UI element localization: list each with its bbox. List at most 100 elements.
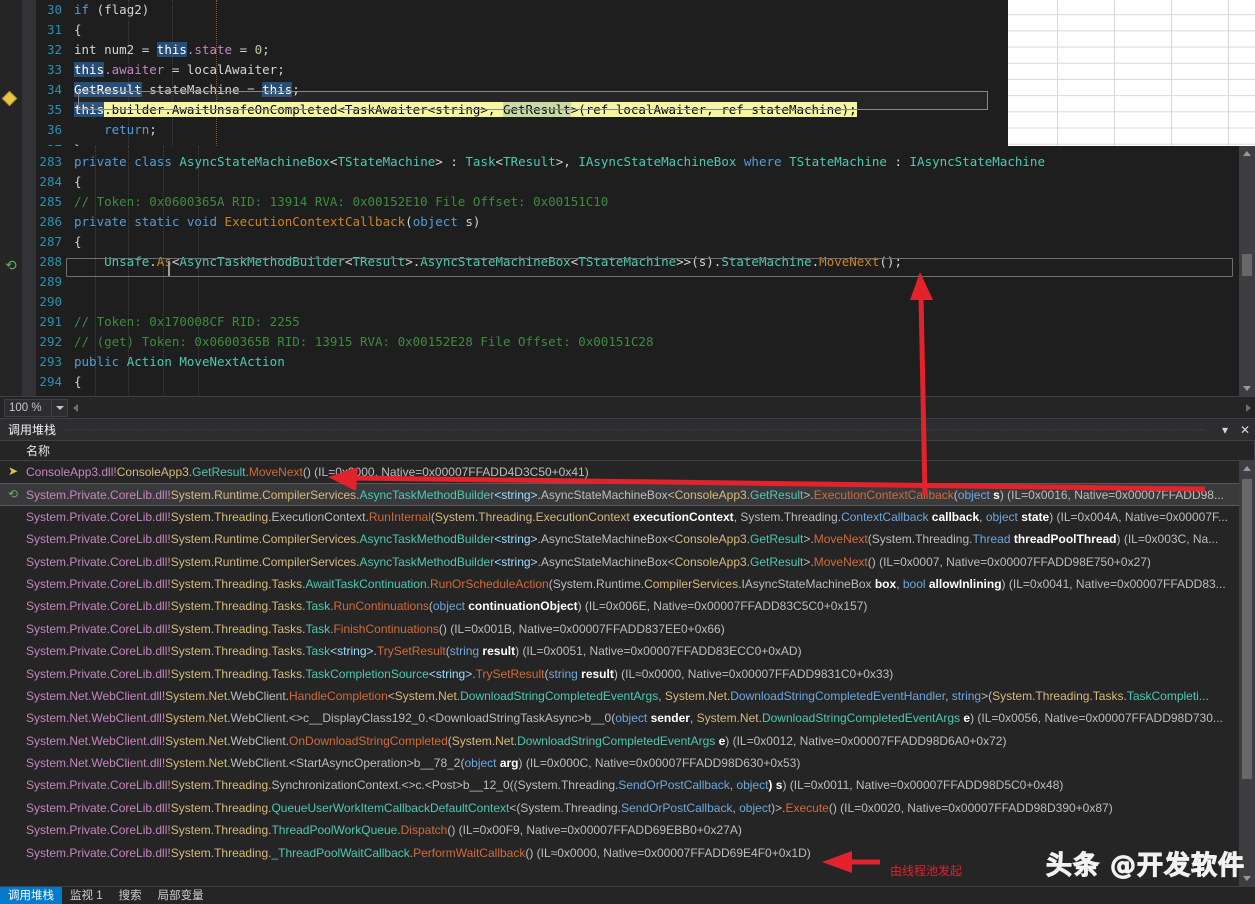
call-stack-row[interactable]: System.Private.CoreLib.dll!System.Thread… <box>0 595 1255 617</box>
call-stack-frame-text: System.Net. <box>165 688 231 703</box>
stack-frame-marker[interactable]: ⟲ <box>5 259 19 273</box>
call-stack-row[interactable]: System.Private.CoreLib.dll!System.Thread… <box>0 797 1255 819</box>
code-line: 285 // Token: 0x0600365A RID: 13914 RVA: … <box>0 192 1255 212</box>
code-editor-top-pane[interactable]: 30 if (flag2) 31 {32 int num2 = this.state =… <box>0 0 1008 146</box>
code-line: 290 <box>0 292 1255 312</box>
call-stack-frame-text: .AsyncStateMachineBox< <box>537 488 675 503</box>
scroll-up-icon[interactable] <box>1243 466 1251 471</box>
code-line: 293 public Action MoveNextAction <box>0 352 1255 372</box>
call-stack-frame-text: .AsyncStateMachineBox< <box>537 532 675 547</box>
call-stack-row[interactable]: System.Private.CoreLib.dll!System.Thread… <box>0 618 1255 640</box>
call-stack-frame-text: DownloadStringCompletedEventHandler <box>730 688 946 703</box>
call-stack-row[interactable]: System.Private.CoreLib.dll!System.Thread… <box>0 774 1255 796</box>
call-stack-frame-text: TrySetResult <box>475 666 545 681</box>
editor-zoom-scroll-bar[interactable]: 100 % <box>0 396 1255 418</box>
column-header-name[interactable]: 名称 <box>26 442 50 459</box>
call-stack-row[interactable]: System.Private.CoreLib.dll!System.Runtim… <box>0 551 1255 573</box>
call-stack-frame-text: string <box>449 644 480 659</box>
call-stack-frame-text: object <box>464 756 497 771</box>
horizontal-scroll-track[interactable] <box>84 398 1239 417</box>
scrollbar-thumb[interactable] <box>1242 479 1252 779</box>
call-stack-row[interactable]: System.Net.WebClient.dll!System.Net.WebC… <box>0 707 1255 729</box>
code-line: 30 if (flag2) <box>0 0 1008 20</box>
call-stack-frame-text: <StartAsyncOperation>b__78_2 <box>289 756 461 771</box>
chevron-down-icon <box>55 405 64 410</box>
call-stack-frame-text: System.Private.CoreLib.dll! <box>26 800 171 815</box>
close-icon[interactable]: ✕ <box>1235 423 1255 437</box>
call-stack-row[interactable]: ⟲ System.Private.CoreLib.dll!System.Runti… <box>0 483 1255 506</box>
call-stack-frame-text: <string> <box>428 666 473 681</box>
call-stack-row[interactable]: System.Net.WebClient.dll!System.Net.WebC… <box>0 752 1255 774</box>
call-stack-frame-text: System.Private.CoreLib.dll! <box>26 554 171 569</box>
call-stack-frame-text: TaskCompleti... <box>1126 688 1209 703</box>
code-line: 33 this.awaiter = localAwaiter; <box>0 60 1008 80</box>
line-text: // (get) Token: 0x0600365B RID: 13915 RV… <box>74 334 654 349</box>
call-stack-frame-text: ConsoleApp3.dll! <box>26 465 117 479</box>
call-stack-frame-text: GetResult <box>750 554 804 569</box>
call-stack-frame-text: <string> <box>494 532 538 547</box>
triangle-right-icon <box>1245 403 1251 412</box>
call-stack-row[interactable]: System.Private.CoreLib.dll!System.Runtim… <box>0 528 1255 550</box>
call-stack-row[interactable]: System.Private.CoreLib.dll!System.Thread… <box>0 573 1255 595</box>
code-line: 31 { <box>0 20 1008 40</box>
call-stack-row[interactable]: System.Private.CoreLib.dll!System.Thread… <box>0 663 1255 685</box>
line-text: int num2 = this.state = 0; <box>74 42 270 57</box>
call-stack-frame-text: FinishContinuations <box>333 621 439 636</box>
call-stack-frame-text: AsyncTaskMethodBuilder <box>359 532 495 547</box>
call-stack-rows[interactable]: ➤ ConsoleApp3.dll!ConsoleApp3.GetResult.M… <box>0 461 1255 864</box>
scrollbar-thumb[interactable] <box>1242 254 1252 276</box>
call-stack-frame-text: (System.Runtime. <box>548 576 645 591</box>
call-stack-frame-text: <string> <box>494 488 538 503</box>
call-stack-row[interactable]: System.Private.CoreLib.dll!System.Thread… <box>0 819 1255 841</box>
tool-window-tab-inactive[interactable]: 监视 1 <box>62 887 111 904</box>
tool-window-tab-inactive[interactable]: 搜索 <box>111 887 150 904</box>
tool-window-tab-active[interactable]: 调用堆栈 <box>0 886 62 904</box>
green-curly-arrow-icon: ⟲ <box>7 487 19 502</box>
call-stack-frame-text: ) s <box>768 778 783 793</box>
hscroll-left-button[interactable] <box>68 403 82 412</box>
call-stack-frame-text: (System.Threading. <box>867 532 973 547</box>
call-stack-frame-text: GetResult <box>750 488 804 503</box>
call-stack-frame-text: WebClient. <box>230 756 290 771</box>
threadpool-annotation-label: 由线程池发起 <box>890 864 963 878</box>
editor-vertical-scrollbar[interactable] <box>1239 146 1255 396</box>
call-stack-row[interactable]: ➤ ConsoleApp3.dll!ConsoleApp3.GetResult.M… <box>0 461 1255 483</box>
call-stack-frame-text: System.Net.WebClient.dll! <box>26 711 166 726</box>
call-stack-frame-text: GetResult <box>750 532 804 547</box>
tool-window-tab-inactive[interactable]: 局部变量 <box>150 887 212 904</box>
call-stack-column-header-row: 名称 <box>0 440 1255 461</box>
chevron-down-icon[interactable]: ▾ <box>1215 423 1235 437</box>
bottom-tool-window-tabs[interactable]: 调用堆栈 监视 1 搜索 局部变量 <box>0 886 1255 904</box>
call-stack-frame-text: bool <box>902 576 926 591</box>
call-stack-vertical-scrollbar[interactable] <box>1239 461 1255 886</box>
call-stack-row[interactable]: System.Private.CoreLib.dll!System.Thread… <box>0 640 1255 662</box>
hscroll-right-button[interactable] <box>1241 403 1255 412</box>
text-caret <box>168 261 170 276</box>
current-statement-marker[interactable] <box>1 90 18 107</box>
call-stack-frame-text: AwaitTaskContinuation. <box>305 576 430 591</box>
call-stack-frame-text: PerformWaitCallback <box>413 845 526 860</box>
call-stack-frame-text: () (IL=0x0007, Native=0x00007FFADD98E750… <box>867 554 1151 569</box>
call-stack-frame-text: Task <box>305 644 331 659</box>
call-stack-frame-text: MoveNext <box>813 532 868 547</box>
call-stack-frame-text: ConsoleApp3. <box>674 554 751 569</box>
call-stack-frame-text: string <box>548 666 578 681</box>
title-dotted-fill <box>66 429 1205 430</box>
call-stack-row[interactable]: System.Net.WebClient.dll!System.Net.WebC… <box>0 730 1255 752</box>
scroll-down-icon[interactable] <box>1243 386 1251 391</box>
call-stack-frame-text: , System.Threading. <box>733 509 842 524</box>
call-stack-frame-text: System.Private.CoreLib.dll! <box>26 532 171 547</box>
call-stack-frame-text: System.Threading.Tasks. <box>170 599 306 614</box>
line-number: 35 <box>46 102 62 117</box>
zoom-dropdown-button[interactable] <box>52 398 68 417</box>
call-stack-frame-text: System.Net. <box>664 688 731 703</box>
call-stack-row[interactable]: System.Net.WebClient.dll!System.Net.WebC… <box>0 685 1255 707</box>
triangle-left-icon <box>72 403 78 412</box>
call-stack-row[interactable]: System.Private.CoreLib.dll!System.Thread… <box>0 506 1255 528</box>
code-editor-bottom-pane[interactable]: 283 private class AsyncStateMachineBox<TS… <box>0 146 1255 396</box>
line-number: 294 <box>39 374 62 389</box>
call-stack-frame-text: System.Threading. <box>170 778 272 793</box>
code-lines-top: 30 if (flag2) 31 {32 int num2 = this.state =… <box>0 0 1008 146</box>
zoom-level-display[interactable]: 100 % <box>4 398 52 417</box>
scroll-up-icon[interactable] <box>1243 151 1251 156</box>
